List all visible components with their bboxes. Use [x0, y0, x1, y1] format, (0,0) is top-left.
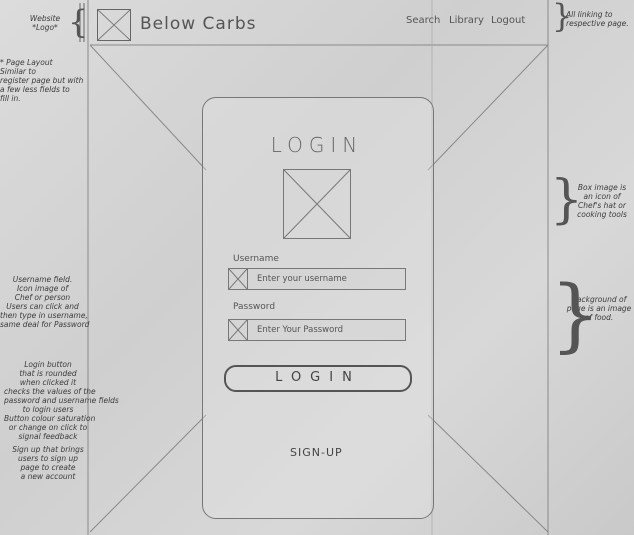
login-title: LOGIN: [270, 133, 364, 157]
placeholder-image-icon: [283, 169, 351, 239]
brace-right-box: }: [550, 170, 584, 230]
signup-note: Sign up that brings users to sign up pag…: [12, 445, 84, 481]
nav-search-link[interactable]: Search: [406, 15, 440, 26]
website-logo-icon[interactable]: [97, 9, 131, 41]
password-icon: [228, 319, 248, 341]
signup-link[interactable]: SIGN-UP: [290, 446, 343, 459]
brace-right-bg: }: [550, 268, 601, 361]
nav-library-link[interactable]: Library: [449, 15, 484, 26]
login-button[interactable]: LOGIN: [224, 365, 412, 392]
brace-left-logo: {: [68, 3, 89, 41]
placeholder-image-icon: [97, 9, 131, 41]
brand-name[interactable]: Below Carbs: [140, 14, 256, 34]
password-label: Password: [233, 302, 276, 312]
nav-note: All linking to respective page.: [566, 10, 629, 28]
website-logo-note: Website *Logo*: [29, 14, 61, 32]
login-button-note: Login button that is rounded when clicke…: [4, 360, 119, 441]
username-field-note: Username field. Icon image of Chef or pe…: [0, 275, 90, 329]
page-layout-note: * Page Layout Similar to register page b…: [0, 58, 84, 103]
username-input[interactable]: Enter your username: [228, 268, 406, 290]
brace-right-nav: }: [552, 0, 573, 35]
user-icon: [228, 268, 248, 290]
password-input[interactable]: Enter Your Password: [228, 319, 406, 341]
nav-logout-link[interactable]: Logout: [491, 15, 525, 26]
chef-hat-image: [283, 169, 351, 239]
username-label: Username: [233, 254, 279, 264]
